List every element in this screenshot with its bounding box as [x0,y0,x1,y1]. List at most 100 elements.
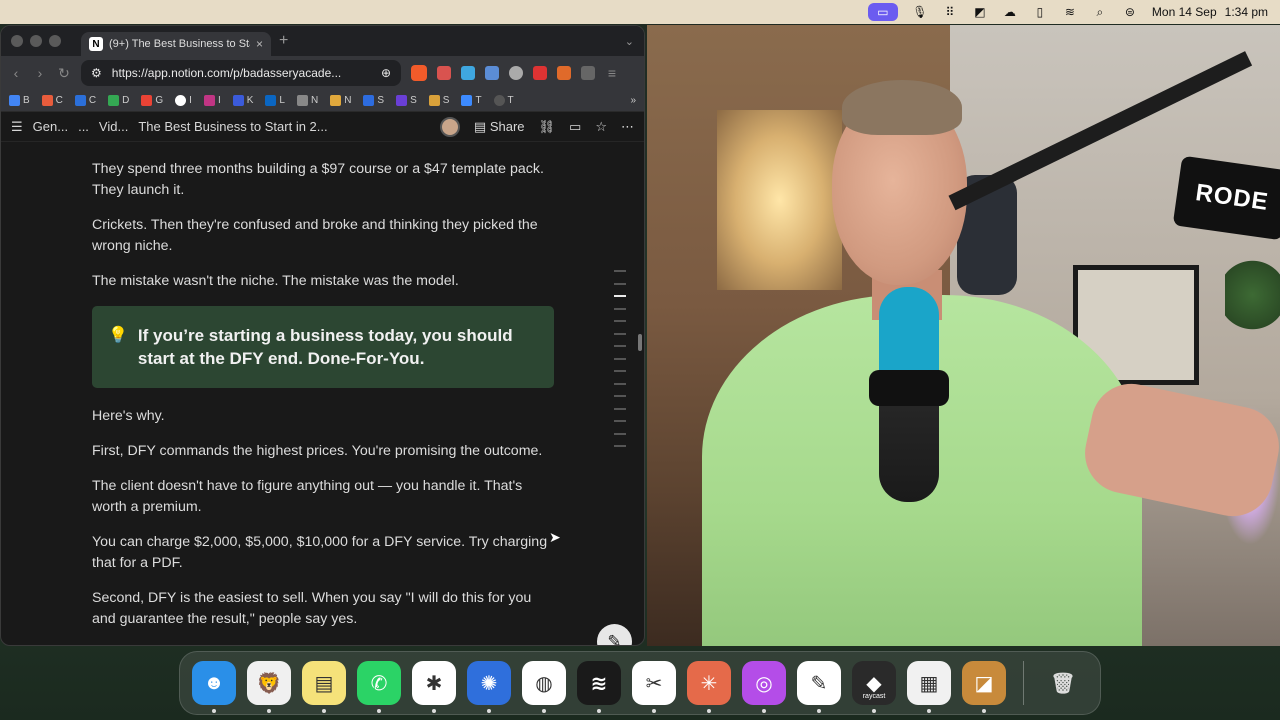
bookmark[interactable]: L [265,95,285,106]
battery-icon[interactable]: ▯ [1032,5,1048,19]
menu-icon[interactable]: ≡ [605,65,619,81]
table-of-contents-minimap[interactable] [614,270,628,458]
bookmark[interactable]: N [296,95,318,106]
bookmark[interactable]: I [203,95,221,106]
address-bar[interactable]: ⚙ https://app.notion.com/p/badasseryacad… [81,60,401,86]
bookmark[interactable]: S [428,95,449,106]
dock-app-launchpad[interactable]: ▦ [907,661,951,713]
bookmark[interactable]: C [41,95,63,106]
launchpad-icon: ▦ [919,672,939,695]
control-center-icon[interactable]: ⊜ [1122,5,1138,19]
dock-app-whatsapp[interactable]: ✆ [357,661,401,713]
zoom-icon[interactable]: ⊕ [381,66,391,80]
reload-button[interactable]: ↻ [57,65,71,82]
extensions-puzzle-icon[interactable] [581,66,595,80]
dock-app-notes[interactable]: ▤ [302,661,346,713]
panel-icon[interactable]: ▭ [569,119,581,135]
paragraph[interactable]: The client doesn't have to figure anythi… [92,476,554,518]
running-indicator [212,709,216,713]
mic-icon[interactable]: 🎙 [912,5,928,19]
breadcrumb-workspace[interactable]: Gen... [33,119,68,134]
bookmark[interactable]: S [396,95,417,106]
bookmark[interactable]: T [461,95,482,106]
tab-active[interactable]: N (9+) The Best Business to Star × [81,32,271,56]
extension-icon[interactable] [461,66,475,80]
bookmark[interactable]: G [141,95,163,106]
breadcrumb-ellipsis[interactable]: ... [78,119,89,134]
bookmarks-overflow-icon[interactable]: » [630,95,636,106]
new-tab-button[interactable]: + [279,32,288,50]
dock-app-screen-studio[interactable]: ◎ [742,661,786,713]
dock-app-preview[interactable]: ◪ [962,661,1006,713]
scrollbar-thumb[interactable] [638,334,642,351]
window-icon[interactable]: ◩ [972,5,988,19]
dock-app-raycast[interactable]: ◆ raycast [852,661,896,713]
bookmark[interactable]: N [330,95,351,106]
bookmark[interactable]: B [9,95,30,106]
dock-separator [1023,661,1024,705]
paragraph[interactable]: You can charge $2,000, $5,000, $10,000 f… [92,532,554,574]
dock: ☻ 🦁 ▤ ✆ ✱ ✺ ◍ ≋ ✂ ✳ ◎ ✎ ◆ raycast ▦ ◪ 🗑 [179,651,1101,715]
search-icon[interactable]: ⌕ [1092,5,1108,19]
extension-icon[interactable] [485,66,499,80]
zoom-window-button[interactable] [49,35,61,47]
bookmark[interactable]: S [363,95,384,106]
claude-icon: ✳ [700,672,718,695]
copy-link-icon[interactable]: ⛓ [539,119,556,135]
dock-app-claude[interactable]: ✳ [687,661,731,713]
tab-search-chevron-icon[interactable]: ⌄ [625,35,634,48]
paragraph[interactable]: They spend three months building a $97 c… [92,159,554,201]
close-tab-icon[interactable]: × [256,37,263,51]
evernote-icon: ✎ [810,672,828,695]
paragraph[interactable]: Second, DFY is the easiest to sell. When… [92,588,554,630]
breadcrumb-videos[interactable]: Vid... [99,119,128,134]
mouse-cursor-icon: ➤ [549,529,561,545]
extension-icon[interactable] [533,66,547,80]
paragraph[interactable]: Here's why. [92,406,554,427]
dock-app-capcut[interactable]: ✂ [632,661,676,713]
close-window-button[interactable] [11,35,23,47]
webcam-feed: RODE [647,25,1280,646]
clock[interactable]: Mon 14 Sep 1:34 pm [1152,5,1268,19]
callout-block[interactable]: 💡 If you’re starting a business today, y… [92,306,554,388]
dock-app-settings[interactable]: ✺ [467,661,511,713]
extension-icon[interactable] [509,66,523,80]
bookmark[interactable]: I [175,95,192,106]
slack-icon: ✱ [425,672,443,695]
back-button[interactable]: ‹ [9,65,23,81]
site-settings-icon[interactable]: ⚙ [91,66,102,80]
brave-shields-icon[interactable] [411,65,427,81]
sidebar-toggle-icon[interactable]: ☰ [11,119,23,135]
dock-app-slack[interactable]: ✱ [412,661,456,713]
wifi-icon[interactable]: ≋ [1062,5,1078,19]
paragraph[interactable]: The mistake wasn't the niche. The mistak… [92,271,554,292]
whatsapp-icon: ✆ [370,672,388,695]
dock-app-brave[interactable]: 🦁 [247,661,291,713]
favorite-star-icon[interactable]: ☆ [595,119,607,135]
avatar[interactable] [439,116,460,137]
grid-icon[interactable]: ⠿ [942,5,958,19]
dock-app-chatgpt[interactable]: ◍ [522,661,566,713]
paragraph[interactable]: First, DFY commands the highest prices. … [92,441,554,462]
paragraph[interactable]: Crickets. Then they're confused and brok… [92,215,554,257]
forward-button[interactable]: › [33,65,47,81]
dock-app-spotify[interactable]: ≋ [577,661,621,713]
bookmark[interactable]: D [108,95,129,106]
bookmark[interactable]: C [74,95,96,106]
dock-app-trash[interactable]: 🗑 [1041,661,1085,705]
dock-app-evernote[interactable]: ✎ [797,661,841,713]
topbar-actions: ▤ Share ⛓ ▭ ☆ ⋯ [439,116,634,137]
cloud-icon[interactable]: ☁ [1002,5,1018,19]
screen-studio-icon: ◎ [755,672,773,695]
dock-app-finder[interactable]: ☻ [192,661,236,713]
screen-recording-icon[interactable]: ▭ [867,3,898,21]
minimize-window-button[interactable] [30,35,42,47]
breadcrumb-page[interactable]: The Best Business to Start in 2... [138,119,327,134]
extension-icon[interactable] [437,66,451,80]
bookmark[interactable]: T [493,95,514,106]
notion-page-content: They spend three months building a $97 c… [1,159,644,645]
bookmark[interactable]: K [232,95,253,106]
more-options-icon[interactable]: ⋯ [621,119,634,135]
extension-icon[interactable] [557,66,571,80]
share-button[interactable]: ▤ Share [474,119,525,135]
